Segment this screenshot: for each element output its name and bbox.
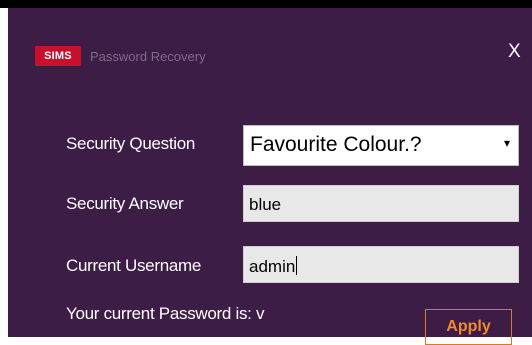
current-password-text: Your current Password is: v xyxy=(66,304,265,323)
security-answer-label: Security Answer xyxy=(66,194,184,213)
security-question-value: Favourite Colour.? xyxy=(250,133,422,156)
window-title: Password Recovery xyxy=(90,49,206,64)
top-edge-bar xyxy=(0,0,532,8)
security-answer-value: blue xyxy=(249,195,282,214)
current-username-text: admin xyxy=(249,257,296,276)
sims-logo: SIMS xyxy=(35,46,81,66)
title-bar: SIMS Password Recovery X xyxy=(8,8,532,66)
text-caret xyxy=(296,256,298,275)
security-answer-input[interactable]: blue xyxy=(243,185,519,222)
current-username-input[interactable]: admin xyxy=(243,246,519,283)
apply-button[interactable]: Apply xyxy=(425,309,512,345)
current-username-label: Current Username xyxy=(66,256,202,275)
password-recovery-dialog: SIMS Password Recovery X Security Questi… xyxy=(8,8,532,345)
current-username-value: admin xyxy=(249,256,298,277)
chevron-down-icon[interactable]: ▾ xyxy=(504,136,510,150)
security-question-label: Security Question xyxy=(66,134,196,153)
close-button[interactable]: X xyxy=(508,42,521,61)
security-question-select[interactable]: Favourite Colour.? ▾ xyxy=(243,125,519,166)
sims-logo-text: SIMS xyxy=(44,50,72,62)
